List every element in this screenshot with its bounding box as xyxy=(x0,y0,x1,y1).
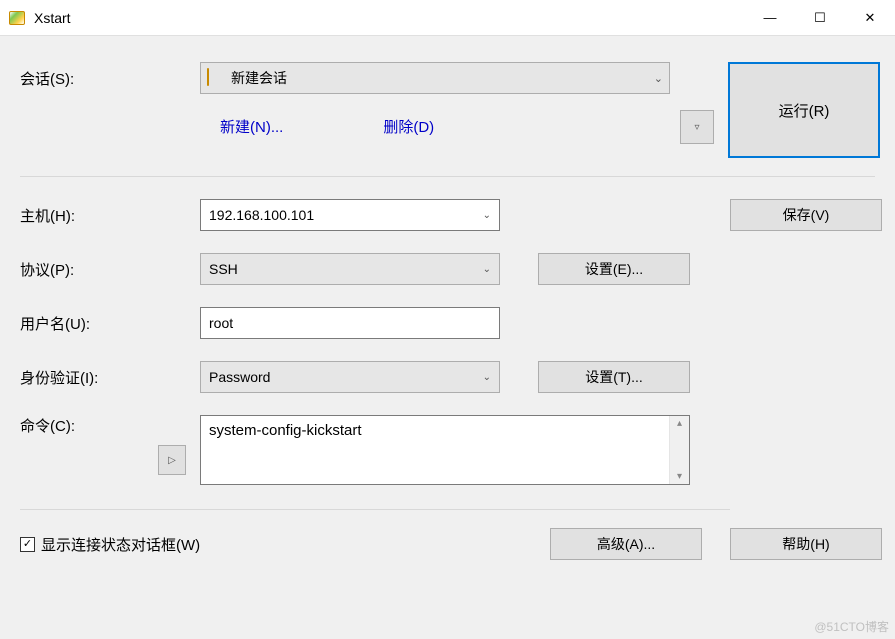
minimize-button[interactable]: — xyxy=(745,0,795,36)
window-controls: — ☐ ✕ xyxy=(745,0,895,36)
run-button[interactable]: 运行(R) xyxy=(728,62,880,158)
host-label: 主机(H): xyxy=(20,205,200,226)
scroll-up-icon: ▴ xyxy=(677,418,682,429)
maximize-button[interactable]: ☐ xyxy=(795,0,845,36)
auth-combo[interactable]: Password ⌄ xyxy=(200,361,500,393)
session-select[interactable]: 新建会话 ⌄ xyxy=(200,62,670,94)
auth-value: Password xyxy=(209,369,483,385)
session-selected-text: 新建会话 xyxy=(231,68,654,88)
auth-settings-button[interactable]: 设置(T)... xyxy=(538,361,690,393)
host-combo[interactable]: 192.168.100.101 ⌄ xyxy=(200,199,500,231)
session-icon xyxy=(207,69,225,87)
title-bar: Xstart — ☐ ✕ xyxy=(0,0,895,36)
chevron-down-icon: ⌄ xyxy=(483,264,491,275)
close-button[interactable]: ✕ xyxy=(845,0,895,36)
new-session-link[interactable]: 新建(N)... xyxy=(220,116,283,137)
chevron-down-icon: ⌄ xyxy=(483,372,491,383)
watermark: @51CTO博客 xyxy=(814,618,889,635)
session-dropdown-button[interactable]: ▿ xyxy=(680,110,714,144)
checkbox-icon: ✓ xyxy=(20,537,35,552)
protocol-label: 协议(P): xyxy=(20,259,200,280)
auth-label: 身份验证(I): xyxy=(20,367,200,388)
command-textarea-wrap: ▴ ▾ xyxy=(200,415,690,485)
app-icon xyxy=(8,9,26,27)
show-status-label: 显示连接状态对话框(W) xyxy=(41,534,200,555)
command-scrollbar[interactable]: ▴ ▾ xyxy=(669,416,689,484)
username-input[interactable] xyxy=(200,307,500,339)
command-expand-button[interactable]: ▷ xyxy=(158,445,186,475)
session-section: 会话(S): 新建会话 ⌄ 新建(N)... 删除(D) ▿ 运行(R) xyxy=(20,36,875,177)
protocol-value: SSH xyxy=(209,261,483,277)
host-value: 192.168.100.101 xyxy=(209,207,483,223)
footer-row: ✓ 显示连接状态对话框(W) 高级(A)... 帮助(H) xyxy=(20,510,730,560)
username-label: 用户名(U): xyxy=(20,313,200,334)
protocol-combo[interactable]: SSH ⌄ xyxy=(200,253,500,285)
session-label: 会话(S): xyxy=(20,62,200,89)
save-button[interactable]: 保存(V) xyxy=(730,199,882,231)
window-title: Xstart xyxy=(34,10,745,26)
chevron-down-icon: ⌄ xyxy=(654,72,663,85)
command-label: 命令(C): xyxy=(20,415,200,436)
show-status-checkbox[interactable]: ✓ 显示连接状态对话框(W) xyxy=(20,534,550,555)
delete-session-link[interactable]: 删除(D) xyxy=(383,116,434,137)
chevron-down-icon: ⌄ xyxy=(483,210,491,221)
command-textarea[interactable] xyxy=(201,416,669,484)
scroll-down-icon: ▾ xyxy=(677,471,682,482)
advanced-button[interactable]: 高级(A)... xyxy=(550,528,702,560)
protocol-settings-button[interactable]: 设置(E)... xyxy=(538,253,690,285)
connection-section: 主机(H): 192.168.100.101 ⌄ 协议(P): SSH ⌄ xyxy=(20,177,875,560)
